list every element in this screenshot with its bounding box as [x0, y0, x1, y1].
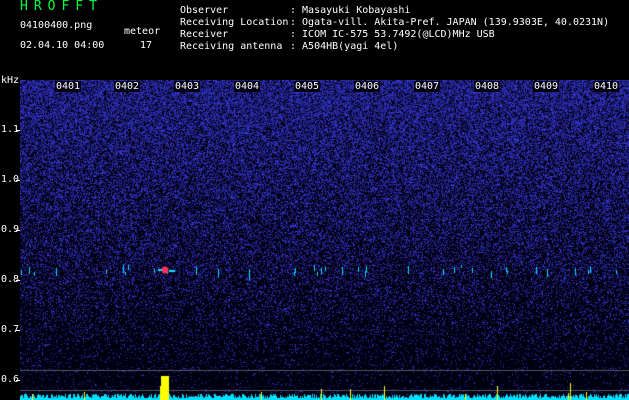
time-tick-label: 0407: [414, 81, 441, 92]
info-label-observer: Observer: [180, 5, 229, 16]
time-tick-label: 0409: [533, 81, 560, 92]
info-value-location: : Ogata-vill. Akita-Pref. JAPAN (139.930…: [290, 17, 610, 28]
time-tick-label: 0410: [593, 81, 620, 92]
spectrogram-canvas: [20, 80, 629, 400]
meteor-count: 17: [140, 40, 153, 51]
y-unit-label: kHz: [1, 75, 20, 86]
time-tick-label: 0401: [55, 81, 82, 92]
app-title: HROFFT: [20, 0, 103, 14]
info-value-antenna: : A504HB(yagi 4el): [290, 41, 399, 52]
meteor-label: meteor: [124, 26, 161, 37]
timestamp: 02.04.10 04:00: [20, 40, 105, 51]
info-value-receiver: : ICOM IC-575 53.7492(@LCD)MHz USB: [290, 29, 495, 40]
time-tick-label: 0404: [234, 81, 261, 92]
time-tick-label: 0403: [174, 81, 201, 92]
info-value-observer: : Masayuki Kobayashi: [290, 5, 411, 16]
info-label-location: Receiving Location: [180, 17, 289, 28]
time-tick-label: 0406: [354, 81, 381, 92]
time-tick-label: 0408: [474, 81, 501, 92]
time-tick-label: 0402: [114, 81, 141, 92]
info-label-receiver: Receiver: [180, 29, 229, 40]
info-label-antenna: Receiving antenna: [180, 41, 283, 52]
filename: 04100400.png: [20, 20, 93, 31]
time-tick-label: 0405: [294, 81, 321, 92]
